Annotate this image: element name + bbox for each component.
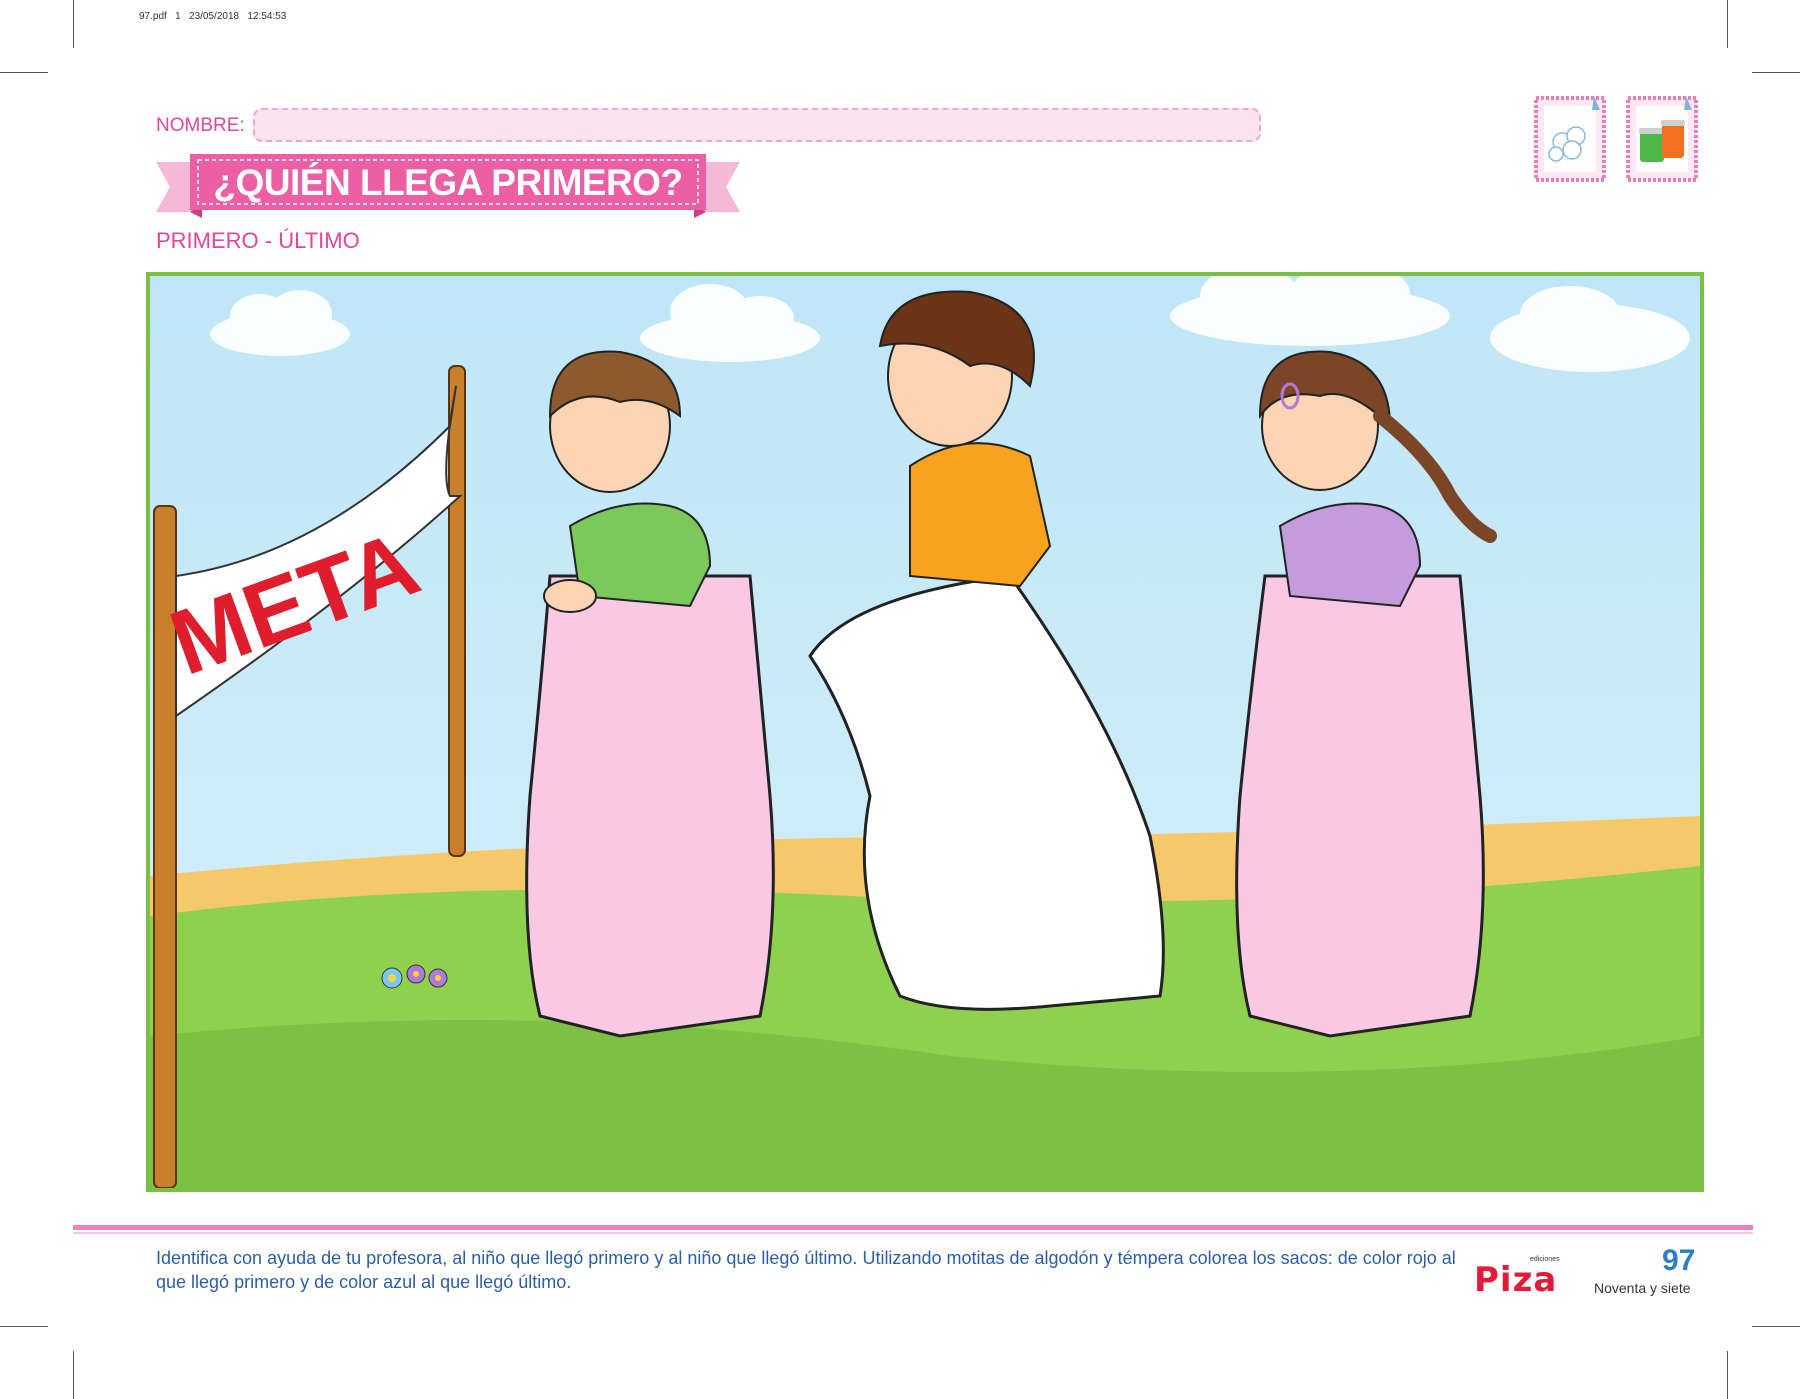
crop-mark: [0, 1326, 48, 1327]
race-scene-drawing: META: [150, 276, 1700, 1188]
file-header: 97.pdf 1 23/05/2018 12:54:53: [139, 11, 287, 22]
publisher-name: Piza: [1474, 1260, 1558, 1300]
paint-jars-icon: [1626, 96, 1698, 182]
page-subtitle: PRIMERO - ÚLTIMO: [156, 228, 360, 253]
crop-mark: [1752, 1326, 1800, 1327]
name-label: NOMBRE:: [156, 115, 245, 136]
crop-mark: [1752, 72, 1800, 73]
instructions: Identifica con ayuda de tu profesora, al…: [156, 1248, 1456, 1292]
crop-mark: [1727, 0, 1728, 48]
crop-mark: [0, 72, 48, 73]
race-illustration: META: [146, 272, 1704, 1192]
page-number-words: Noventa y siete: [1594, 1280, 1691, 1296]
name-field[interactable]: [253, 108, 1261, 142]
publisher-tag: ediciones: [1530, 1256, 1560, 1263]
page-number: 97: [1662, 1244, 1696, 1277]
page-title: ¿QUIÉN LLEGA PRIMERO?: [213, 162, 683, 203]
crop-mark: [73, 1351, 74, 1399]
publisher-logo: ediciones Piza: [1474, 1256, 1560, 1300]
divider: [73, 1232, 1753, 1234]
crop-mark: [73, 0, 74, 48]
cotton-balls-icon: [1534, 96, 1606, 182]
divider: [73, 1225, 1753, 1230]
crop-mark: [1727, 1351, 1728, 1399]
